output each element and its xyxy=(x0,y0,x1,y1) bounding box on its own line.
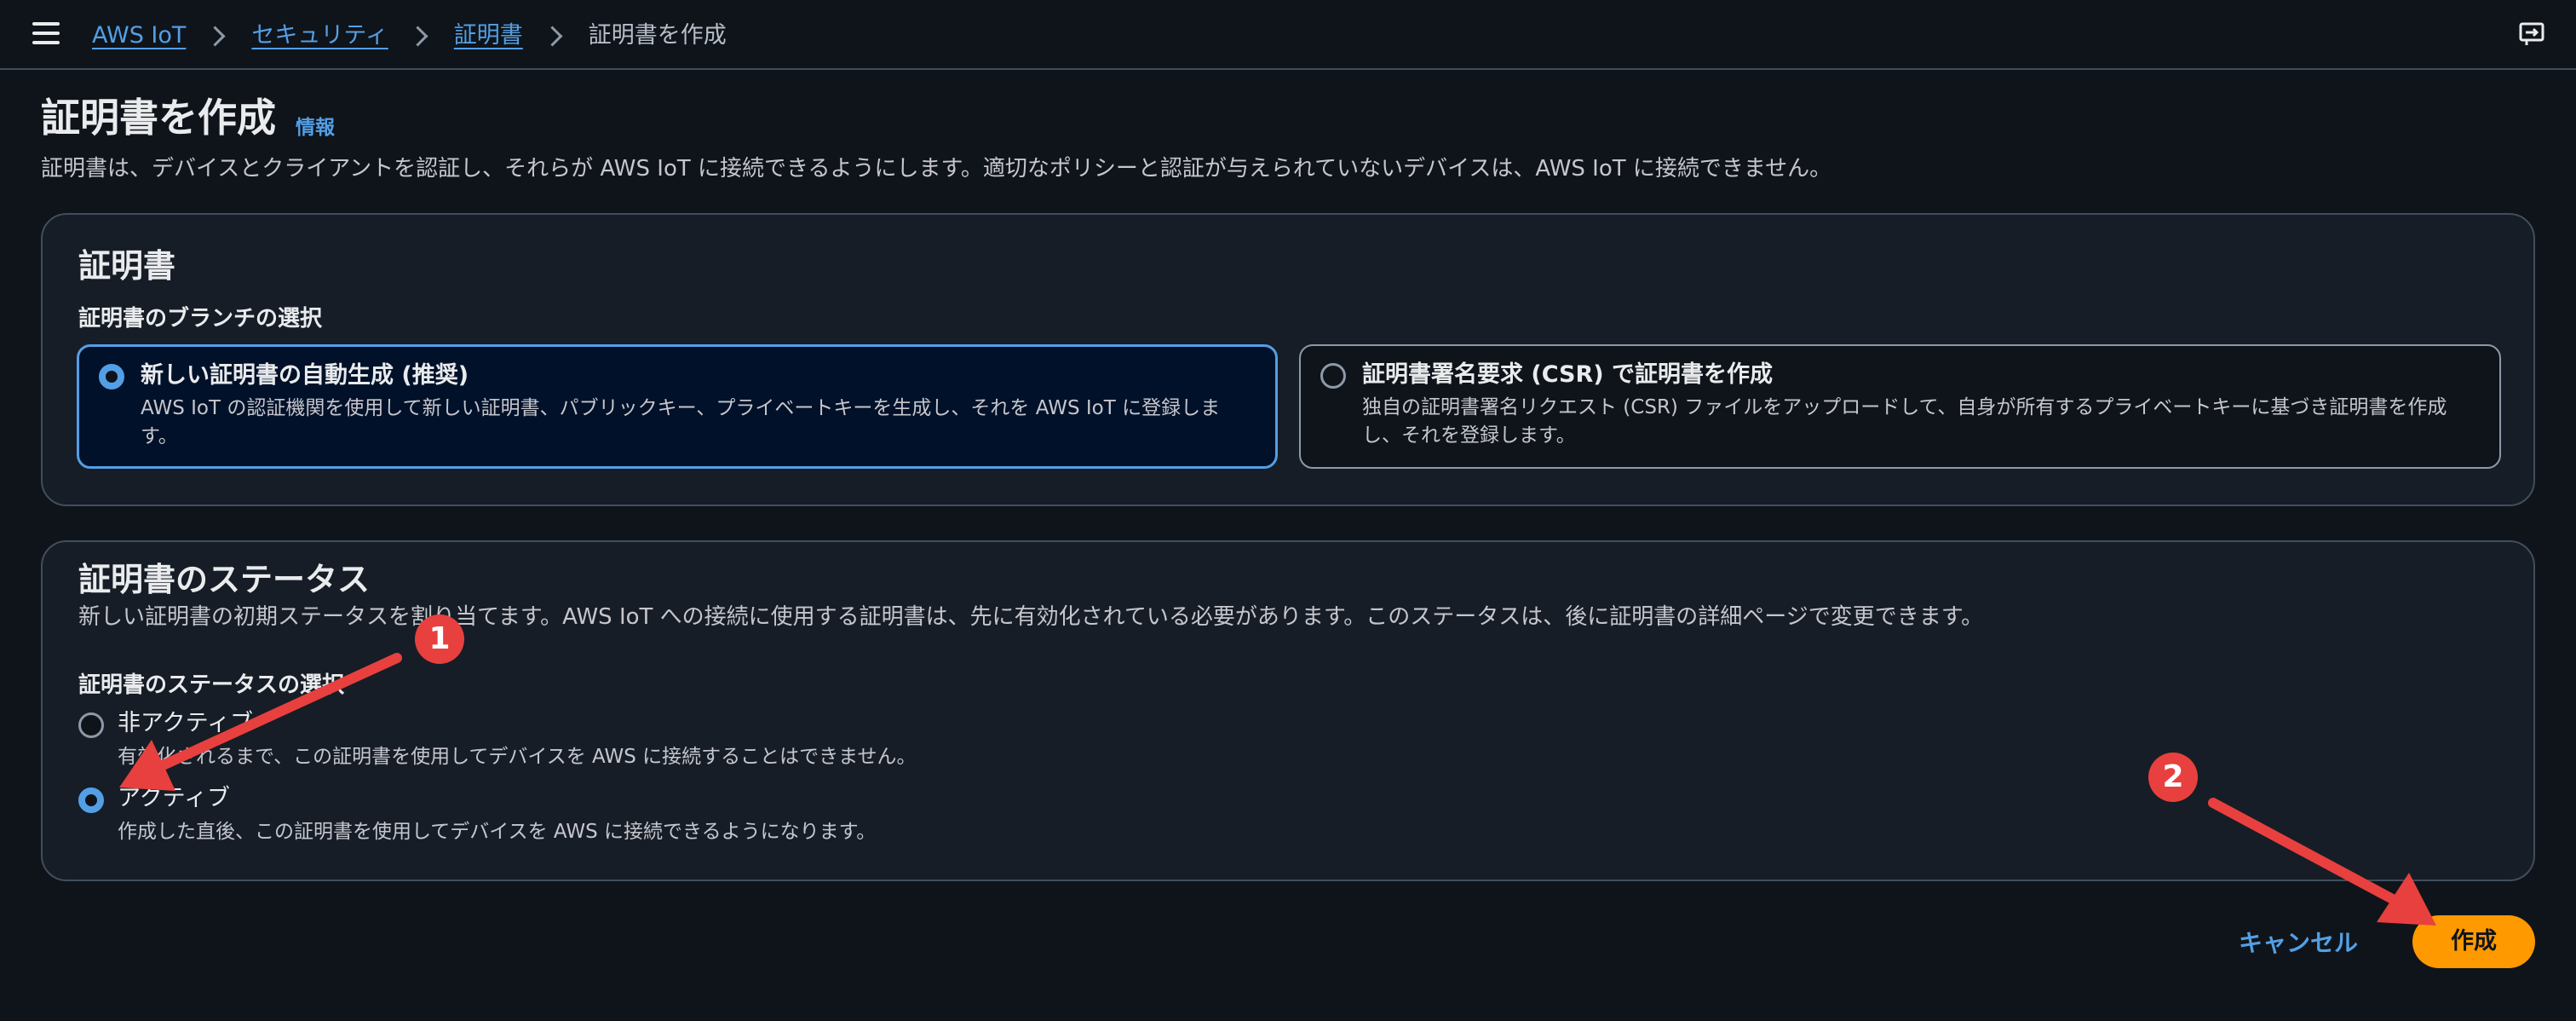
create-button[interactable]: 作成 xyxy=(2412,915,2535,968)
option-active-description: 作成した直後、この証明書を使用してデバイスを AWS に接続できるようになります… xyxy=(118,821,877,843)
option-auto-generate-label: 新しい証明書の自動生成 (推奨) xyxy=(141,362,469,389)
page-description: 証明書は、デバイスとクライアントを認証し、それらが AWS IoT に接続できる… xyxy=(41,156,1832,182)
breadcrumb-current: 証明書を作成 xyxy=(588,22,727,49)
certificate-status-panel: 証明書のステータス 新しい証明書の初期ステータスを割り当てます。AWS IoT … xyxy=(41,540,2535,881)
option-active-label[interactable]: アクティブ xyxy=(118,782,230,815)
status-select-label: 証明書のステータスの選択 xyxy=(78,672,345,698)
cancel-button[interactable]: キャンセル xyxy=(2223,922,2373,965)
option-csr-label: 証明書署名要求 (CSR) で証明書を作成 xyxy=(1362,361,1774,388)
annotation-badge-2: 2 xyxy=(2148,753,2198,802)
certificate-branch-label: 証明書のブランチの選択 xyxy=(78,306,323,332)
chevron-right-icon xyxy=(542,25,563,47)
info-link[interactable]: 情報 xyxy=(296,111,335,140)
certificate-panel-title: 証明書 xyxy=(78,247,176,285)
hamburger-menu-icon[interactable] xyxy=(32,22,60,44)
radio-inactive[interactable] xyxy=(78,712,104,738)
option-csr-description: 独自の証明書署名リクエスト (CSR) ファイルをアップロードして、自身が所有す… xyxy=(1362,396,2447,447)
breadcrumb: AWS IoT セキュリティ 証明書 証明書を作成 xyxy=(92,19,727,53)
option-inactive-label[interactable]: 非アクティブ xyxy=(118,707,253,740)
radio-auto-generate[interactable] xyxy=(99,364,124,389)
breadcrumb-certificates[interactable]: 証明書 xyxy=(454,19,523,53)
radio-active[interactable] xyxy=(78,787,104,813)
chevron-right-icon xyxy=(204,25,226,47)
option-auto-generate[interactable]: 新しい証明書の自動生成 (推奨) AWS IoT の認証機関を使用して新しい証明… xyxy=(77,344,1278,469)
option-auto-generate-description: AWS IoT の認証機関を使用して新しい証明書、パブリックキー、プライベートキ… xyxy=(141,397,1221,447)
breadcrumb-security[interactable]: セキュリティ xyxy=(251,19,388,53)
status-panel-description: 新しい証明書の初期ステータスを割り当てます。AWS IoT への接続に使用する証… xyxy=(78,604,1984,630)
page-title: 証明書を作成 xyxy=(41,95,276,141)
annotation-badge-1: 1 xyxy=(415,614,464,664)
radio-csr[interactable] xyxy=(1320,363,1346,389)
breadcrumb-aws-iot[interactable]: AWS IoT xyxy=(92,19,186,53)
certificate-panel: 証明書 証明書のブランチの選択 新しい証明書の自動生成 (推奨) AWS IoT… xyxy=(41,213,2535,506)
status-panel-title: 証明書のステータス xyxy=(78,561,371,598)
option-csr[interactable]: 証明書署名要求 (CSR) で証明書を作成 独自の証明書署名リクエスト (CSR… xyxy=(1299,344,2501,469)
top-navigation-bar: AWS IoT セキュリティ 証明書 証明書を作成 xyxy=(0,0,2576,70)
option-inactive-description: 有効化されるまで、この証明書を使用してデバイスを AWS に接続することはできま… xyxy=(118,746,917,768)
chevron-right-icon xyxy=(407,25,428,47)
help-panel-icon[interactable] xyxy=(2518,20,2547,49)
